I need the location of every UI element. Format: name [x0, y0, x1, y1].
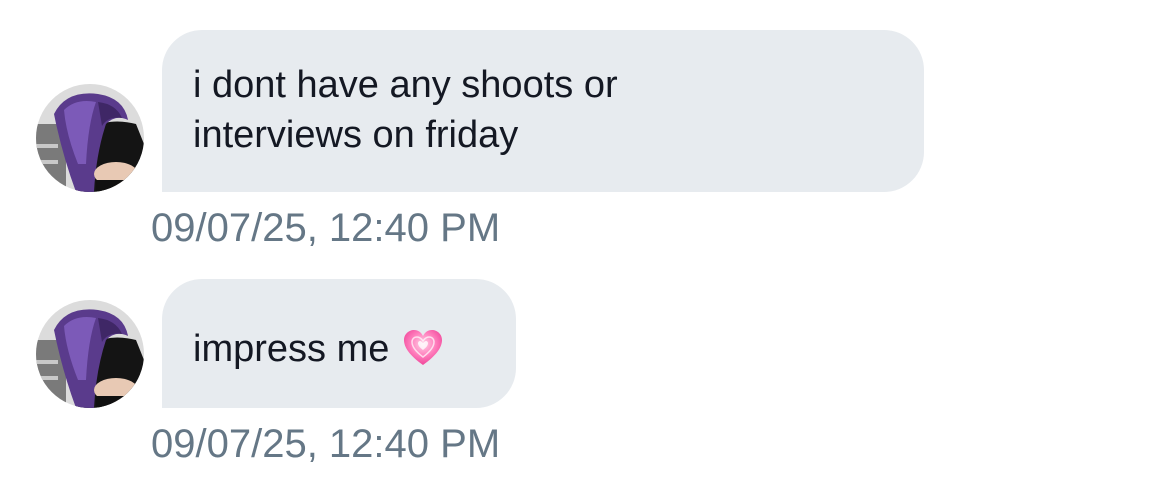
message-timestamp: 09/07/25, 12:40 PM [151, 206, 501, 250]
message-bubble[interactable]: i dont have any shoots or interviews on … [162, 30, 924, 192]
growing-heart-emoji-icon [403, 329, 443, 380]
sender-avatar[interactable] [36, 84, 144, 192]
sender-avatar[interactable] [36, 300, 144, 408]
message-timestamp: 09/07/25, 12:40 PM [151, 422, 501, 466]
message-text-line: i dont have any shoots or [193, 64, 618, 106]
profile-photo-icon [36, 300, 144, 408]
message-bubble[interactable]: impress me [162, 279, 516, 408]
profile-photo-icon [36, 84, 144, 192]
message-text-line: interviews on friday [193, 114, 519, 156]
message-text: impress me [193, 328, 390, 370]
